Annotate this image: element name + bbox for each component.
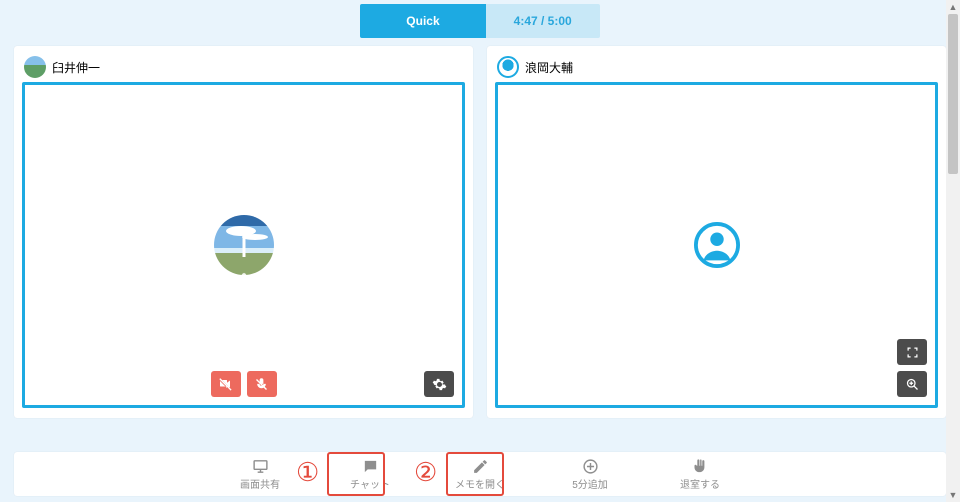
leave-button[interactable]: 退室する bbox=[675, 458, 725, 491]
scroll-thumb[interactable] bbox=[948, 14, 958, 174]
panel-right-header: 浪岡大輔 bbox=[495, 54, 938, 82]
settings-button[interactable] bbox=[424, 371, 454, 397]
leave-label: 退室する bbox=[680, 476, 720, 491]
memo-button[interactable]: メモを開く bbox=[455, 458, 505, 491]
panel-left: 臼井伸一 bbox=[14, 46, 473, 418]
view-controls bbox=[897, 339, 927, 397]
settings-controls bbox=[424, 371, 454, 397]
gear-icon bbox=[432, 377, 447, 392]
chat-icon bbox=[362, 458, 379, 475]
pencil-icon bbox=[472, 458, 489, 475]
scroll-down-icon[interactable]: ▼ bbox=[946, 488, 960, 502]
monitor-icon bbox=[252, 458, 269, 475]
hand-icon bbox=[692, 458, 709, 475]
fullscreen-button[interactable] bbox=[897, 339, 927, 365]
bottom-toolbar: 画面共有 チャット メモを開く 5分追加 退室する bbox=[14, 452, 946, 496]
annotation-number-2: ② bbox=[414, 458, 437, 488]
video-area-right bbox=[495, 82, 938, 408]
chat-button[interactable]: チャット bbox=[345, 458, 395, 491]
vertical-scrollbar[interactable]: ▲ ▼ bbox=[946, 0, 960, 502]
screen-share-button[interactable]: 画面共有 bbox=[235, 458, 285, 491]
top-bar: Quick 4:47 / 5:00 bbox=[0, 0, 960, 38]
scroll-up-icon[interactable]: ▲ bbox=[946, 0, 960, 14]
video-panels: 臼井伸一 浪岡大輔 bbox=[0, 38, 960, 418]
avatar-icon bbox=[497, 56, 519, 78]
avatar-icon bbox=[24, 56, 46, 78]
fullscreen-icon bbox=[905, 345, 920, 360]
participant-name: 浪岡大輔 bbox=[525, 59, 573, 76]
camera-off-button[interactable] bbox=[211, 371, 241, 397]
memo-label: メモを開く bbox=[455, 476, 505, 491]
avatar-large-person bbox=[687, 215, 747, 275]
extend-button[interactable]: 5分追加 bbox=[565, 458, 615, 491]
panel-left-header: 臼井伸一 bbox=[22, 54, 465, 82]
person-icon bbox=[694, 222, 740, 268]
mic-off-button[interactable] bbox=[247, 371, 277, 397]
zoom-in-icon bbox=[905, 377, 920, 392]
extend-label: 5分追加 bbox=[572, 476, 608, 491]
avatar-large-landscape bbox=[214, 215, 274, 275]
annotation-number-1: ① bbox=[296, 458, 319, 488]
screen-share-label: 画面共有 bbox=[240, 476, 280, 491]
chat-label: チャット bbox=[350, 476, 390, 491]
plus-circle-icon bbox=[582, 458, 599, 475]
self-controls bbox=[211, 371, 277, 397]
zoom-button[interactable] bbox=[897, 371, 927, 397]
camera-off-icon bbox=[218, 377, 233, 392]
mode-badge[interactable]: Quick bbox=[360, 4, 485, 38]
mic-off-icon bbox=[254, 377, 269, 392]
timer-badge: 4:47 / 5:00 bbox=[486, 4, 600, 38]
mode-timer-pill: Quick 4:47 / 5:00 bbox=[360, 4, 599, 38]
panel-right: 浪岡大輔 bbox=[487, 46, 946, 418]
participant-name: 臼井伸一 bbox=[52, 59, 100, 76]
video-area-left bbox=[22, 82, 465, 408]
